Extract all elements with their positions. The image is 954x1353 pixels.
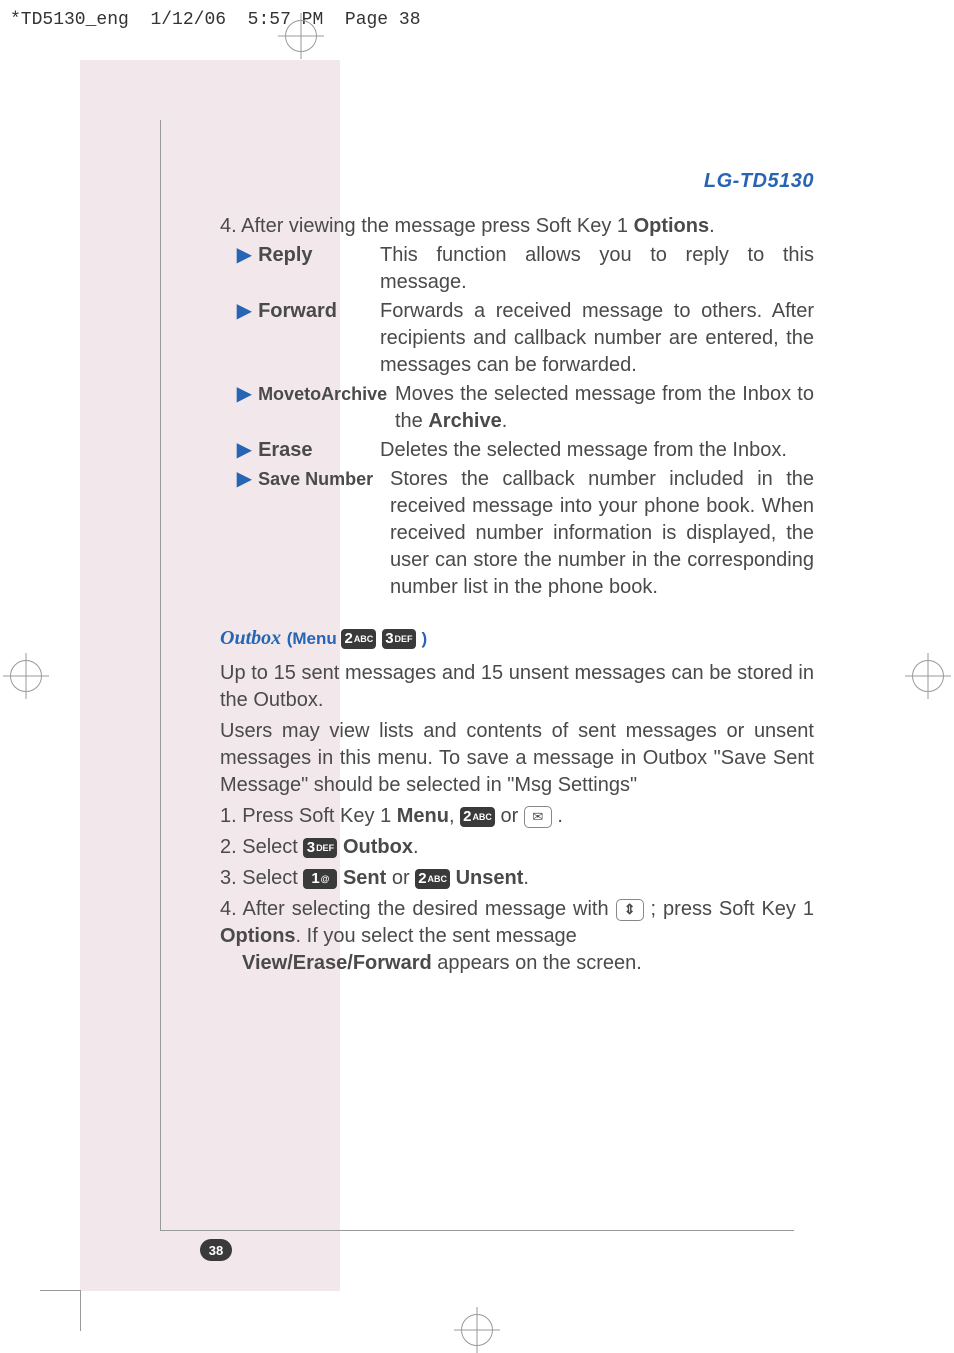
option-desc: Moves the selected message from the Inbo… xyxy=(395,381,814,435)
intro-line: 4. After viewing the message press Soft … xyxy=(220,213,814,240)
pdf-header: *TD5130_eng 1/12/06 5:57 PM Page 38 xyxy=(0,0,954,40)
date: 1/12/06 xyxy=(150,10,226,30)
key-2-icon: 2ABC xyxy=(415,869,450,889)
option-desc: Deletes the selected message from the In… xyxy=(380,437,814,464)
arrow-icon: ▶ xyxy=(237,244,252,266)
step-4: 4. After selecting the desired message w… xyxy=(220,896,814,977)
arrow-icon: ▶ xyxy=(237,300,252,322)
page-label: Page 38 xyxy=(345,10,421,30)
section-title: Outbox (Menu 2ABC 3DEF ) xyxy=(220,625,814,652)
content: LG-TD5130 4. After viewing the message p… xyxy=(220,170,814,977)
option-row: ▶ Save Number Stores the callback number … xyxy=(220,466,814,601)
arrow-icon: ▶ xyxy=(237,439,252,461)
option-desc: Stores the callback number included in t… xyxy=(390,466,814,601)
option-label: Save Number xyxy=(258,469,373,489)
filename: *TD5130_eng xyxy=(10,10,129,30)
option-label: MovetoArchive xyxy=(258,384,387,404)
crop-line xyxy=(160,1230,794,1231)
option-label: Reply xyxy=(258,244,312,266)
outbox-para2: Users may view lists and contents of sen… xyxy=(220,718,814,799)
crop-line xyxy=(160,120,161,1231)
registration-mark-bottom xyxy=(461,1314,493,1346)
option-row: ▶ MovetoArchive Moves the selected messag… xyxy=(220,381,814,435)
arrow-icon: ▶ xyxy=(237,468,252,490)
option-row: ▶ Reply This function allows you to reply… xyxy=(220,242,814,296)
option-desc: This function allows you to reply to thi… xyxy=(380,242,814,296)
option-label: Erase xyxy=(258,439,313,461)
brand-title: LG-TD5130 xyxy=(220,170,814,193)
registration-mark-top xyxy=(285,20,317,52)
step-2: 2. Select 3DEF Outbox. xyxy=(220,834,814,861)
option-desc: Forwards a received message to others. A… xyxy=(380,298,814,379)
arrow-icon: ▶ xyxy=(237,383,252,405)
step-1: 1. Press Soft Key 1 Menu, 2ABC or . xyxy=(220,803,814,830)
envelope-icon xyxy=(524,806,552,828)
option-row: ▶ Erase Deletes the selected message from… xyxy=(220,437,814,464)
key-3-icon: 3DEF xyxy=(382,629,416,649)
option-label: Forward xyxy=(258,300,337,322)
registration-mark-right xyxy=(912,660,944,692)
crop-corner xyxy=(40,1290,81,1331)
step-3: 3. Select 1@ Sent or 2ABC Unsent. xyxy=(220,865,814,892)
key-1-icon: 1@ xyxy=(303,869,337,889)
page-area: LG-TD5130 4. After viewing the message p… xyxy=(80,60,874,1291)
page-number: 38 xyxy=(200,1239,232,1261)
option-row: ▶ Forward Forwards a received message to … xyxy=(220,298,814,379)
registration-mark-left xyxy=(10,660,42,692)
outbox-para1: Up to 15 sent messages and 15 unsent mes… xyxy=(220,660,814,714)
key-2-icon: 2ABC xyxy=(460,807,495,827)
key-2-icon: 2ABC xyxy=(341,629,376,649)
key-3-icon: 3DEF xyxy=(303,838,337,858)
updown-icon xyxy=(616,899,644,921)
